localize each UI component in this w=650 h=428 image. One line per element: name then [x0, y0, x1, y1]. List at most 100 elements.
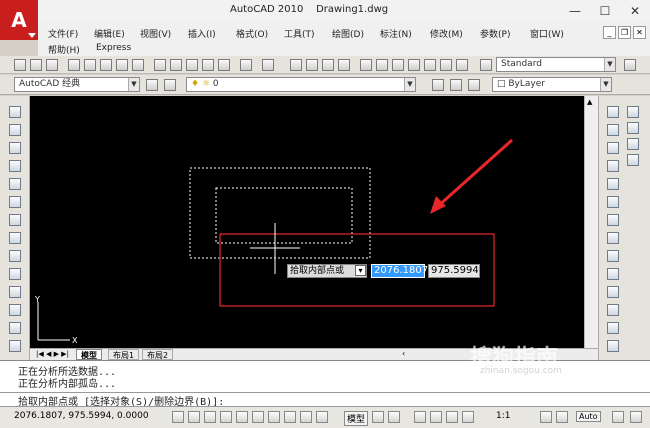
- point-icon[interactable]: [9, 322, 21, 334]
- zoom-window-icon[interactable]: [322, 59, 334, 71]
- quick-view-drawings-icon[interactable]: [388, 411, 400, 423]
- model-space-button[interactable]: 模型: [344, 411, 369, 426]
- markup-icon[interactable]: [424, 59, 436, 71]
- quickcalc-icon[interactable]: [440, 59, 452, 71]
- menu-dimension[interactable]: 标注(N): [380, 27, 412, 40]
- tool-palettes-icon[interactable]: [392, 59, 404, 71]
- design-center-icon[interactable]: [376, 59, 388, 71]
- mirror-icon[interactable]: [607, 142, 619, 154]
- menu-view[interactable]: 视图(V): [140, 27, 171, 40]
- menu-format[interactable]: 格式(O): [236, 27, 268, 40]
- steering-wheel-icon[interactable]: [446, 411, 458, 423]
- copy-object-icon[interactable]: [607, 124, 619, 136]
- application-menu-button[interactable]: A: [0, 0, 38, 40]
- ellipse-icon[interactable]: [9, 268, 21, 280]
- ordinate-icon[interactable]: [627, 154, 639, 166]
- menu-help[interactable]: 帮助(H): [48, 43, 80, 56]
- layer-previous-icon[interactable]: [450, 79, 462, 91]
- stretch-icon[interactable]: [607, 250, 619, 262]
- dynamic-input-x[interactable]: 2076.1807: [371, 264, 428, 278]
- menu-modify[interactable]: 修改(M): [430, 27, 463, 40]
- revcloud-icon[interactable]: [9, 232, 21, 244]
- tab-layout1[interactable]: 布局1: [108, 349, 140, 360]
- object-snap-icon[interactable]: [236, 411, 248, 423]
- properties-icon[interactable]: [360, 59, 372, 71]
- paste-icon[interactable]: [186, 59, 198, 71]
- make-block-icon[interactable]: [9, 304, 21, 316]
- menu-draw[interactable]: 绘图(D): [332, 27, 364, 40]
- rotate-icon[interactable]: [607, 214, 619, 226]
- help-icon[interactable]: [456, 59, 468, 71]
- quick-view-layouts-icon[interactable]: [372, 411, 384, 423]
- array-icon[interactable]: [607, 178, 619, 190]
- zoom-status-icon[interactable]: [430, 411, 442, 423]
- menu-window[interactable]: 窗口(W): [530, 27, 564, 40]
- mdi-minimize-button[interactable]: _: [603, 26, 616, 39]
- workspace-switching-icon[interactable]: [556, 411, 568, 423]
- open-icon[interactable]: [30, 59, 42, 71]
- redo-icon[interactable]: [262, 59, 274, 71]
- tab-model[interactable]: 模型: [76, 349, 102, 360]
- line-icon[interactable]: [9, 106, 21, 118]
- rectangle-icon[interactable]: [9, 178, 21, 190]
- circle-icon[interactable]: [9, 214, 21, 226]
- scroll-left-icon[interactable]: ‹: [402, 349, 405, 358]
- toolbar-lock-icon[interactable]: [612, 411, 624, 423]
- minimize-button[interactable]: —: [560, 2, 590, 20]
- ortho-mode-icon[interactable]: [204, 411, 216, 423]
- color-select[interactable]: □ ByLayer ▼: [492, 77, 612, 92]
- offset-icon[interactable]: [607, 160, 619, 172]
- menu-express[interactable]: Express: [96, 43, 131, 53]
- menu-parametric[interactable]: 参数(P): [480, 27, 510, 40]
- break-icon[interactable]: [607, 304, 619, 316]
- clean-screen-icon[interactable]: [630, 411, 642, 423]
- mdi-close-button[interactable]: ✕: [633, 26, 646, 39]
- menu-insert[interactable]: 插入(I): [188, 27, 216, 40]
- command-line[interactable]: 拾取内部点或 [选择对象(S)/删除边界(B)]:: [0, 392, 650, 408]
- hatch-icon[interactable]: [9, 340, 21, 352]
- extend-icon[interactable]: [607, 286, 619, 298]
- make-current-layer-icon[interactable]: [432, 79, 444, 91]
- chamfer-icon[interactable]: [607, 340, 619, 352]
- showmotion-icon[interactable]: [462, 411, 474, 423]
- annotation-visibility-icon[interactable]: [540, 411, 552, 423]
- maximize-button[interactable]: ☐: [590, 2, 620, 20]
- plot-icon[interactable]: [68, 59, 80, 71]
- dynamic-input-y[interactable]: 975.5994: [428, 264, 480, 278]
- new-icon[interactable]: [14, 59, 26, 71]
- join-icon[interactable]: [607, 322, 619, 334]
- aligned-dimension-icon[interactable]: [627, 122, 639, 134]
- dim-style-icon[interactable]: [624, 59, 636, 71]
- dynamic-input-options-icon[interactable]: ▾: [355, 265, 366, 276]
- tab-layout2[interactable]: 布局2: [142, 349, 174, 360]
- cut-icon[interactable]: [154, 59, 166, 71]
- object-snap-tracking-icon[interactable]: [252, 411, 264, 423]
- zoom-previous-icon[interactable]: [338, 59, 350, 71]
- polyline-icon[interactable]: [9, 142, 21, 154]
- zoom-realtime-icon[interactable]: [306, 59, 318, 71]
- match-properties-icon[interactable]: [202, 59, 214, 71]
- undo-icon[interactable]: [240, 59, 252, 71]
- polar-tracking-icon[interactable]: [220, 411, 232, 423]
- grid-display-icon[interactable]: [188, 411, 200, 423]
- workspace-settings-icon[interactable]: [146, 79, 158, 91]
- menu-tools[interactable]: 工具(T): [284, 27, 315, 40]
- polygon-icon[interactable]: [9, 160, 21, 172]
- text-style-select[interactable]: Standard ▼: [496, 57, 616, 72]
- sheet-set-icon[interactable]: [408, 59, 420, 71]
- layer-states-icon[interactable]: [468, 79, 480, 91]
- workspace-select[interactable]: AutoCAD 经典 ▼: [14, 77, 140, 92]
- menu-file[interactable]: 文件(F): [48, 27, 78, 40]
- mdi-restore-button[interactable]: ❐: [618, 26, 631, 39]
- erase-icon[interactable]: [607, 106, 619, 118]
- linear-dimension-icon[interactable]: [627, 106, 639, 118]
- close-button[interactable]: ✕: [620, 2, 650, 20]
- save-icon[interactable]: [46, 59, 58, 71]
- layer-select[interactable]: ♦ ☼ 0 ▼: [186, 77, 416, 92]
- layer-properties-icon[interactable]: [164, 79, 176, 91]
- move-icon[interactable]: [607, 196, 619, 208]
- drawing-canvas[interactable]: Y X: [30, 96, 584, 348]
- allow-ucs-icon[interactable]: [268, 411, 280, 423]
- arc-length-icon[interactable]: [627, 138, 639, 150]
- arc-icon[interactable]: [9, 196, 21, 208]
